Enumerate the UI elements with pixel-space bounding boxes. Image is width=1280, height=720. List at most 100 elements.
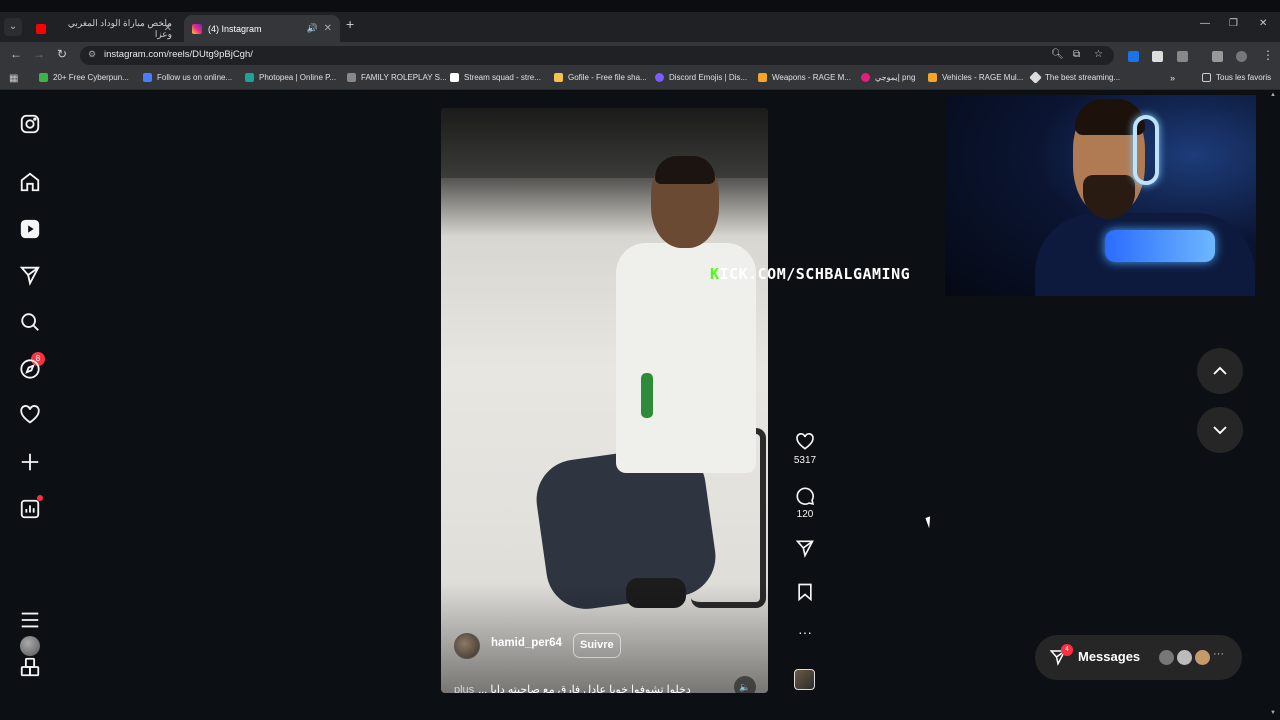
next-reel-button[interactable] — [1197, 407, 1243, 453]
mouse-cursor — [925, 514, 939, 529]
bookmark-item[interactable]: Photopea | Online P... — [245, 73, 336, 82]
bookmark-item[interactable]: Follow us on online... — [143, 73, 232, 82]
install-app-icon[interactable]: ⧉ — [1073, 49, 1080, 60]
instagram-logo-icon[interactable] — [19, 113, 41, 135]
site-info-icon[interactable]: ⚙ — [88, 49, 96, 60]
create-plus-icon[interactable] — [19, 451, 41, 473]
tab-instagram[interactable]: (4) Instagram 🔊 ✕ — [184, 15, 340, 42]
reel-caption[interactable]: plus دخلوا تشوفوا خويا عادل فارق مع صاحبت… — [454, 683, 691, 693]
extensions-puzzle-icon[interactable] — [1177, 51, 1188, 62]
extension-icon[interactable] — [1128, 51, 1139, 62]
like-count: 5317 — [793, 455, 817, 466]
headset-icon — [1133, 115, 1159, 185]
reload-icon[interactable]: ↻ — [57, 47, 67, 61]
profile-avatar[interactable] — [1236, 51, 1247, 62]
extension-icon[interactable] — [1152, 51, 1163, 62]
tab-youtube[interactable]: ملخص مباراة الوداد المغربي وعزا ✕ — [28, 15, 180, 42]
more-options-icon[interactable]: ··· — [790, 624, 820, 640]
apps-grid-icon[interactable]: ▦ — [9, 73, 18, 84]
all-bookmarks-folder[interactable]: Tous les favoris — [1202, 73, 1271, 82]
page-scrollbar[interactable]: ▲ ▼ — [1270, 92, 1278, 718]
reels-icon[interactable] — [19, 218, 41, 240]
instagram-icon — [192, 23, 202, 34]
chevron-down-icon — [1213, 426, 1227, 435]
conversation-avatar — [1175, 648, 1194, 667]
forward-arrow-icon[interactable]: → — [33, 47, 45, 61]
like-action[interactable]: 5317 — [790, 432, 820, 466]
close-tab-icon[interactable]: ✕ — [324, 23, 332, 34]
speaker-icon[interactable]: 🔊 — [307, 23, 318, 34]
sidebar-nav: 8 — [0, 90, 62, 720]
caption-text: دخلوا تشوفوا خويا عادل فارق مع صاحبته دا… — [478, 684, 691, 693]
save-action[interactable] — [790, 582, 820, 602]
bookmark-item[interactable]: Vehicles - RAGE Mul... — [928, 73, 1023, 82]
tab-title: ملخص مباراة الوداد المغربي وعزا — [67, 17, 172, 39]
bookmarks-bar: ▦ 20+ Free Cyberpun... Follow us on onli… — [0, 69, 1280, 90]
zoom-icon[interactable]: 🔍︎ — [1051, 49, 1064, 60]
streamer-webcam — [945, 95, 1256, 296]
youtube-icon — [36, 23, 46, 34]
bookmark-icon — [798, 583, 812, 602]
bookmark-item[interactable]: Stream squad - stre... — [450, 73, 541, 82]
search-icon[interactable] — [19, 311, 41, 333]
conversation-avatar — [1193, 648, 1212, 667]
reel-video[interactable]: hamid_per64 Suivre plus دخلوا تشوفوا خويا… — [441, 108, 768, 693]
explore-compass-icon[interactable] — [19, 358, 41, 380]
more-bookmarks-icon[interactable]: » — [1170, 73, 1175, 83]
chevron-up-icon — [1213, 366, 1227, 375]
url-text: instagram.com/reels/DUtg9pBjCgh/ — [104, 49, 253, 60]
comment-icon — [796, 487, 815, 506]
dashboard-icon[interactable] — [19, 498, 41, 520]
heart-icon — [796, 433, 814, 450]
comment-count: 120 — [796, 509, 814, 520]
media-control-icon[interactable] — [1212, 51, 1223, 62]
messenger-icon[interactable] — [19, 264, 41, 286]
conversation-avatar — [1157, 648, 1176, 667]
bookmark-item[interactable]: Weapons - RAGE M... — [758, 73, 851, 82]
close-tab-icon[interactable]: ✕ — [164, 23, 172, 34]
caption-more-link[interactable]: plus — [454, 684, 474, 693]
also-from-meta-icon[interactable] — [19, 656, 41, 678]
back-arrow-icon[interactable]: ← — [10, 47, 22, 61]
audio-thumbnail[interactable] — [794, 669, 815, 690]
scroll-down-icon[interactable]: ▼ — [1270, 710, 1276, 716]
bookmark-item[interactable]: Gofile - Free file sha... — [554, 73, 647, 82]
share-icon — [795, 540, 814, 558]
close-window-button[interactable]: ✕ — [1259, 18, 1267, 29]
profile-avatar[interactable] — [20, 636, 40, 656]
messages-button[interactable]: 4 Messages ··· — [1035, 635, 1242, 680]
messages-badge: 4 — [1061, 644, 1073, 656]
toolbar: ← → ↻ ⚙ instagram.com/reels/DUtg9pBjCgh/… — [0, 42, 1280, 69]
new-tab-button[interactable]: + — [346, 16, 354, 32]
microphone-icon — [1105, 230, 1215, 262]
share-action[interactable] — [790, 538, 820, 558]
speaker-icon[interactable]: 🔈 — [734, 676, 756, 693]
stream-overlay-text: KICK.COM/SCHBALGAMING — [710, 265, 911, 283]
bookmark-item[interactable]: 20+ Free Cyberpun... — [39, 73, 129, 82]
browser-menu-icon[interactable]: ⋮ — [1262, 48, 1274, 62]
video-person-hair — [655, 156, 715, 184]
bookmark-item[interactable]: Discord Emojis | Dis... — [655, 73, 747, 82]
scroll-up-icon[interactable]: ▲ — [1270, 92, 1276, 98]
comment-action[interactable]: 120 — [790, 486, 820, 520]
follow-button[interactable]: Suivre — [573, 633, 621, 658]
author-username[interactable]: hamid_per64 — [491, 637, 562, 649]
previous-reel-button[interactable] — [1197, 348, 1243, 394]
restore-button[interactable]: ❐ — [1229, 18, 1238, 29]
messages-label: Messages — [1078, 649, 1141, 664]
instagram-page: 8 hamid_per64 Suivre plus دخلوا تشوفوا خ… — [0, 90, 1280, 720]
video-background-wall — [441, 108, 768, 178]
address-bar[interactable]: ⚙ instagram.com/reels/DUtg9pBjCgh/ 🔍︎ ⧉ … — [80, 46, 1114, 65]
video-bottle — [641, 373, 653, 418]
home-icon[interactable] — [19, 171, 41, 193]
tab-strip: ⌄ ملخص مباراة الوداد المغربي وعزا ✕ (4) … — [0, 12, 1280, 42]
heart-notifications-icon[interactable] — [19, 404, 41, 426]
bookmark-item[interactable]: إيموجي png — [861, 73, 915, 82]
tab-search-button[interactable]: ⌄ — [4, 18, 22, 36]
minimize-button[interactable]: — — [1200, 18, 1210, 29]
author-avatar[interactable] — [454, 633, 480, 659]
more-menu-icon[interactable] — [19, 609, 41, 631]
bookmark-item[interactable]: The best streaming... — [1029, 71, 1120, 84]
bookmark-star-icon[interactable]: ☆ — [1094, 49, 1103, 60]
bookmark-item[interactable]: FAMILY ROLEPLAY S... — [347, 73, 447, 82]
